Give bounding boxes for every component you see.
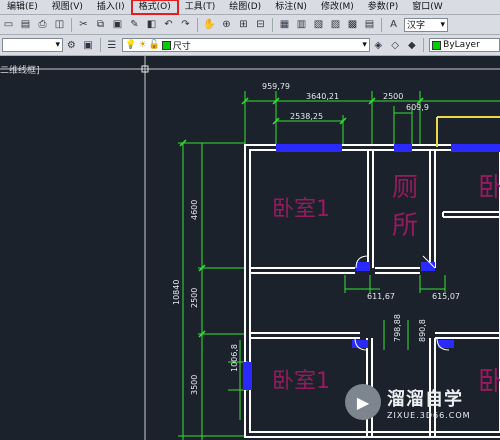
layer-previous-icon[interactable]: ◇: [389, 39, 402, 52]
properties-icon[interactable]: ▦: [278, 18, 291, 31]
lightbulb-icon: 💡: [125, 40, 137, 50]
dim-890: 890,8: [418, 319, 427, 342]
dim-10840: 10840: [172, 280, 181, 305]
separator: [197, 17, 198, 32]
workspace-select[interactable]: ▾: [2, 38, 63, 52]
chevron-down-icon: ▾: [362, 40, 367, 50]
block-editor-icon[interactable]: ◧: [145, 18, 158, 31]
color-swatch: [432, 40, 442, 50]
dim-798: 798,88: [393, 314, 402, 342]
layer-color-swatch: [161, 40, 171, 50]
match-properties-icon[interactable]: ✎: [128, 18, 141, 31]
copy-icon[interactable]: ⧉: [94, 18, 107, 31]
zoom-realtime-icon[interactable]: ⊕: [220, 18, 233, 31]
zoom-previous-icon[interactable]: ⊟: [254, 18, 267, 31]
markup-icon[interactable]: ▩: [346, 18, 359, 31]
menu-window[interactable]: 窗口(W: [405, 0, 449, 14]
new-icon[interactable]: ▭: [2, 18, 15, 31]
design-center-icon[interactable]: ▥: [295, 18, 308, 31]
calculator-icon[interactable]: ▤: [363, 18, 376, 31]
color-select[interactable]: ByLayer: [429, 38, 500, 52]
dim-1006: 1006,8: [230, 344, 239, 372]
watermark-url: ZIXUE.3D66.COM: [387, 410, 471, 420]
menu-insert[interactable]: 插入(I): [90, 0, 132, 14]
workspace-save-icon[interactable]: ▣: [82, 39, 95, 52]
menu-draw[interactable]: 绘图(D): [222, 0, 268, 14]
layer-select[interactable]: 💡 ☀ 🔓 尺寸 ▾: [122, 38, 370, 52]
layer-state: 💡 ☀ 🔓 尺寸: [125, 39, 191, 52]
dim-4600: 4600: [190, 200, 199, 220]
print-icon[interactable]: ⎙: [36, 18, 49, 31]
separator: [423, 38, 425, 52]
redo-icon[interactable]: ↷: [179, 18, 192, 31]
layer-properties-icon[interactable]: ☰: [106, 39, 119, 52]
sun-icon: ☀: [138, 40, 147, 50]
open-icon[interactable]: ▤: [19, 18, 32, 31]
dim-615: 615,07: [432, 292, 460, 301]
dim-3640: 3640,21: [306, 92, 339, 101]
menu-tools[interactable]: 工具(T): [178, 0, 223, 14]
dim-2500-left: 2500: [190, 288, 199, 308]
zoom-window-icon[interactable]: ⊞: [237, 18, 250, 31]
paste-icon[interactable]: ▣: [111, 18, 124, 31]
menu-parametric[interactable]: 参数(P): [361, 0, 405, 14]
chevron-down-icon: ▾: [55, 40, 60, 50]
color-state: ByLayer: [432, 40, 480, 50]
dim-959: 959,79: [262, 82, 290, 91]
watermark-title: 溜溜自学: [387, 388, 463, 410]
watermark-text: 溜溜自学 ZIXUE.3D66.COM: [387, 385, 471, 420]
play-logo-icon: ▶: [345, 384, 381, 420]
menu-format[interactable]: 格式(O): [130, 0, 179, 15]
text-style-value: 汉字: [407, 21, 426, 31]
make-current-layer-icon[interactable]: ◈: [372, 39, 385, 52]
room-label-bedroom-2: 卧室1: [272, 369, 330, 394]
menu-dimension[interactable]: 标注(N): [268, 0, 314, 14]
dim-2538: 2538,25: [290, 112, 323, 121]
preview-icon[interactable]: ◫: [53, 18, 66, 31]
dim-611: 611,67: [367, 292, 395, 301]
undo-icon[interactable]: ↶: [162, 18, 175, 31]
menu-modify[interactable]: 修改(M): [314, 0, 361, 14]
tool-palette-icon[interactable]: ▧: [312, 18, 325, 31]
workspace-settings-icon[interactable]: ⚙: [65, 39, 78, 52]
chevron-down-icon: ▾: [440, 19, 445, 30]
sheet-set-icon[interactable]: ▨: [329, 18, 342, 31]
color-value: ByLayer: [443, 40, 480, 50]
layer-name: 尺寸: [172, 41, 191, 52]
room-label-toilet-b: 所: [392, 211, 418, 241]
text-style-icon[interactable]: A: [387, 18, 400, 31]
dim-3500: 3500: [190, 375, 199, 395]
dim-609: 609,9: [406, 103, 429, 112]
layer-lock-icon: 🔓: [148, 40, 160, 50]
separator: [71, 17, 72, 32]
text-style-select[interactable]: 汉字 ▾: [404, 17, 448, 32]
viewport-label[interactable]: 二维线框]: [0, 63, 40, 76]
layer-states-icon[interactable]: ◆: [405, 39, 418, 52]
separator: [381, 17, 382, 32]
layers-toolbar: ▾ ⚙ ▣ ☰ 💡 ☀ 🔓 尺寸 ▾ ◈ ◇ ◆ ByLayer: [0, 35, 500, 56]
room-label-bedroom-1: 卧室1: [272, 197, 330, 222]
room-label-toilet-a: 厕: [392, 173, 418, 203]
pan-icon[interactable]: ✋: [203, 18, 216, 31]
menu-edit[interactable]: 编辑(E): [0, 0, 45, 14]
separator: [272, 17, 273, 32]
separator: [99, 38, 101, 52]
watermark: ▶ 溜溜自学 ZIXUE.3D66.COM: [345, 377, 497, 427]
dim-2500-top: 2500: [383, 92, 403, 101]
menu-view[interactable]: 视图(V): [45, 0, 90, 14]
room-label-partial: 卧: [478, 173, 500, 203]
menu-bar: 编辑(E) 视图(V) 插入(I) 格式(O) 工具(T) 绘图(D) 标注(N…: [0, 0, 500, 15]
cut-icon[interactable]: ✂: [77, 18, 90, 31]
standard-toolbar: ▭ ▤ ⎙ ◫ ✂ ⧉ ▣ ✎ ◧ ↶ ↷ ✋ ⊕ ⊞ ⊟ ▦ ▥ ▧ ▨ ▩ …: [0, 15, 500, 35]
